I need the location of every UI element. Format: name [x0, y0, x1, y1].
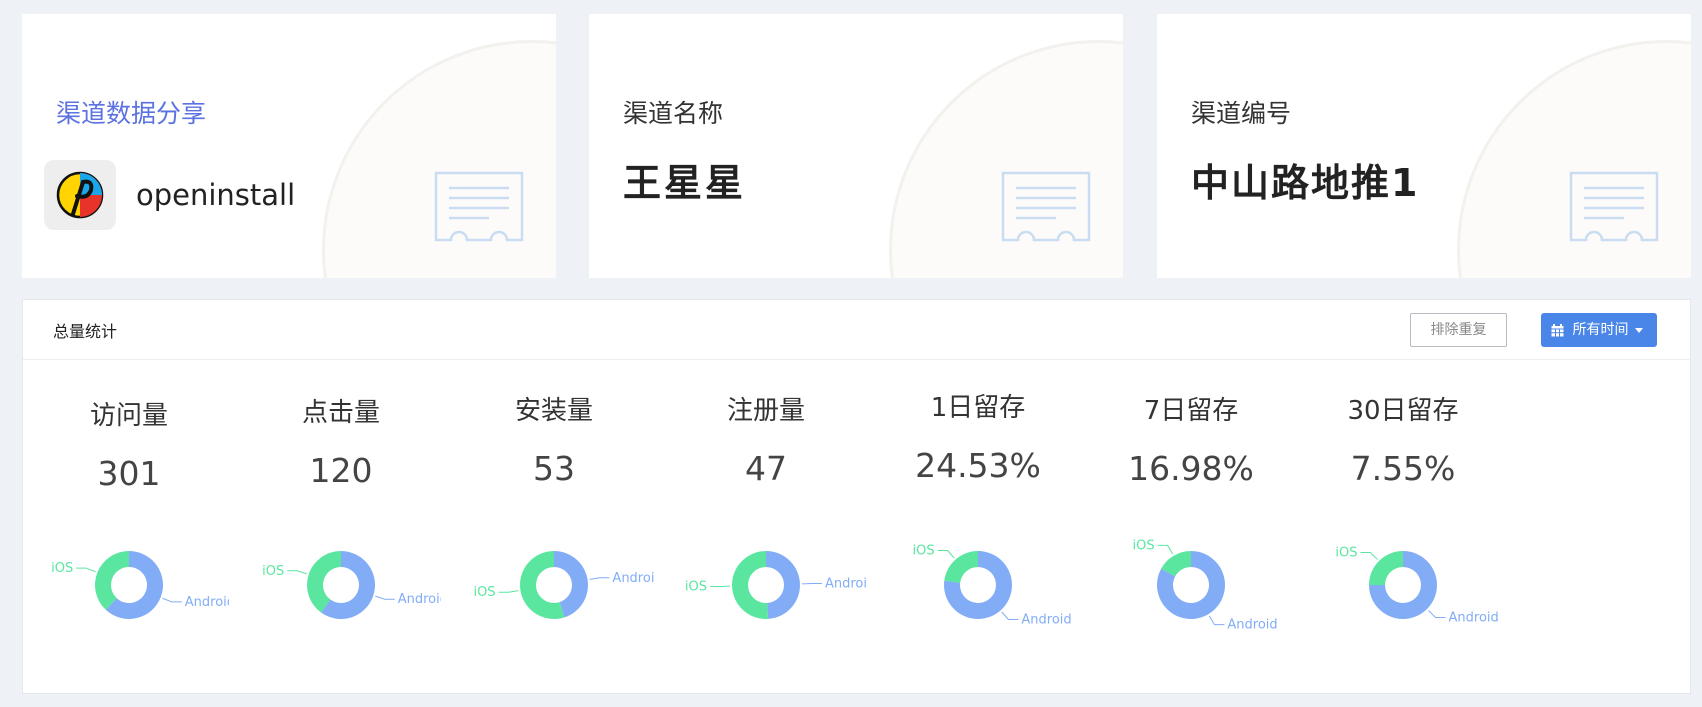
document-icon	[434, 171, 524, 242]
donut-label-android: Android	[1021, 613, 1071, 628]
donut-slice-ios	[731, 551, 769, 619]
donut-label-ios-leader	[1360, 551, 1378, 560]
stats-header: 总量统计 排除重复 所有时间	[23, 300, 1690, 360]
document-icon	[1569, 171, 1659, 242]
platform-donut-chart: Android iOS	[685, 551, 866, 619]
metric-label: 1日留存	[930, 393, 1026, 423]
donut-label-ios-leader	[498, 590, 519, 593]
platform-donut-chart: Android iOS	[51, 551, 229, 619]
time-range-dropdown[interactable]: 所有时间	[1541, 313, 1657, 347]
metric-4: 1日留存 24.53%	[878, 387, 1078, 485]
metric-6: 30日留存 7.55%	[1303, 390, 1503, 488]
donut-label-ios: iOS	[1132, 538, 1154, 553]
donut-label-ios-leader	[937, 549, 955, 559]
donut-label-android: Android	[1227, 618, 1277, 633]
donut-label-android-leader	[1001, 611, 1019, 621]
donut-slice-ios	[95, 551, 129, 610]
metric-value: 53	[533, 449, 575, 488]
metric-label: 注册量	[726, 396, 805, 426]
openinstall-logo-icon	[56, 171, 104, 219]
donut-label-android-leader	[162, 597, 182, 603]
metric-label: 安装量	[514, 396, 593, 426]
document-icon	[1001, 171, 1091, 242]
donut-label-android: Android	[825, 577, 866, 592]
donut-label-android-leader	[375, 595, 395, 600]
donut-label-android: Android	[185, 595, 229, 610]
donut-label-android-leader	[1428, 610, 1446, 619]
metric-5: 7日留存 16.98%	[1091, 390, 1291, 488]
metric-1: 点击量 120	[241, 392, 441, 490]
platform-donut-chart: Android iOS	[912, 543, 1071, 628]
donut-label-ios: iOS	[685, 579, 707, 594]
metric-0: 访问量 301	[29, 395, 229, 493]
platform-donut-chart: Android iOS	[262, 551, 441, 619]
metric-value: 7.55%	[1350, 449, 1456, 488]
donut-label-ios-leader	[1157, 544, 1174, 555]
donut-label-android: Android	[398, 592, 441, 607]
metric-2: 安装量 53	[454, 390, 654, 488]
donut-label-android: Android	[612, 571, 654, 586]
metric-value: 47	[745, 449, 787, 488]
card-title-channel-name: 渠道名称	[623, 99, 724, 128]
donut-label-ios: iOS	[912, 543, 934, 558]
total-stats-panel: 总量统计 排除重复 所有时间 访问量 301 Android iOS 点击量 120 And…	[22, 299, 1691, 694]
donut-label-ios-leader	[76, 567, 96, 573]
metric-label: 7日留存	[1143, 396, 1239, 426]
metric-label: 访问量	[89, 401, 168, 431]
donut-label-ios-leader	[287, 570, 307, 575]
metric-label: 30日留存	[1347, 396, 1459, 426]
donut-slice-android	[766, 551, 800, 619]
channel-code-value: 中山路地推1	[1191, 161, 1420, 205]
stats-title: 总量统计	[53, 322, 118, 341]
donut-slice-ios	[944, 551, 978, 583]
platform-donut-chart: Android iOS	[1335, 545, 1499, 626]
donut-label-ios: iOS	[51, 561, 73, 576]
time-range-label: 所有时间	[1572, 322, 1629, 338]
metric-value: 120	[309, 451, 373, 490]
metric-3: 注册量 47	[666, 390, 866, 488]
app-logo	[44, 160, 116, 230]
card-channel-code: 渠道编号 中山路地推1	[1157, 14, 1691, 278]
app-name: openinstall	[136, 178, 296, 212]
channel-name-value: 王星星	[623, 161, 747, 205]
card-title-channel-code: 渠道编号	[1191, 99, 1292, 128]
calendar-icon	[1551, 323, 1564, 336]
platform-donut-chart: Android iOS	[473, 551, 654, 619]
exclude-duplicates-button[interactable]: 排除重复	[1410, 313, 1507, 347]
chevron-down-icon	[1634, 327, 1643, 333]
card-channel-share: 渠道数据分享 openinstall	[22, 14, 556, 278]
donut-label-ios: iOS	[262, 564, 284, 579]
metric-label: 点击量	[301, 398, 380, 428]
donut-label-android: Android	[1449, 611, 1499, 626]
metric-value: 301	[97, 454, 161, 493]
card-title-channel-share[interactable]: 渠道数据分享	[56, 94, 206, 130]
metric-value: 24.53%	[915, 446, 1041, 485]
donut-label-ios: iOS	[1335, 545, 1357, 560]
donut-label-android-leader	[1208, 615, 1225, 626]
metric-value: 16.98%	[1128, 449, 1254, 488]
donut-label-android-leader	[589, 577, 610, 580]
platform-donut-chart: Android iOS	[1132, 538, 1277, 633]
card-channel-name: 渠道名称 王星星	[589, 14, 1123, 278]
donut-label-ios: iOS	[473, 585, 495, 600]
